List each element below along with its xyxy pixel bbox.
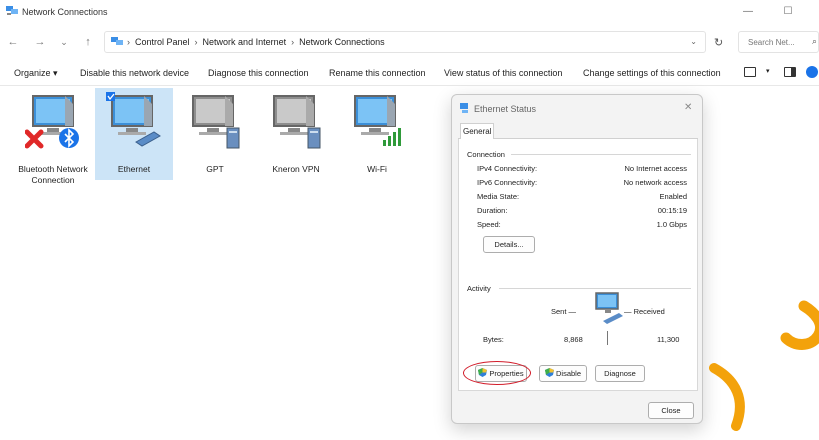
- received-label: — Received: [624, 307, 665, 316]
- watermark-logo: [780, 300, 819, 350]
- connection-wifi[interactable]: Wi-Fi: [338, 88, 416, 180]
- preview-pane-icon[interactable]: [784, 67, 796, 77]
- ipv4-label: IPv4 Connectivity:: [477, 164, 538, 173]
- activity-group-heading: Activity: [467, 284, 491, 293]
- tab-general[interactable]: General: [460, 123, 494, 140]
- navigation-bar: ← → ⌄ ↑ › Control Panel › Network and In…: [0, 28, 819, 56]
- close-button[interactable]: Close: [648, 402, 694, 419]
- watermark-logo: [709, 363, 745, 431]
- media-state-label: Media State:: [477, 192, 520, 201]
- rename-connection-button[interactable]: Rename this connection: [329, 68, 426, 78]
- change-view-icon[interactable]: [744, 67, 756, 77]
- back-arrow-icon[interactable]: ←: [5, 34, 21, 50]
- connection-kneron-vpn[interactable]: Kneron VPN: [257, 88, 335, 180]
- help-icon[interactable]: [806, 66, 818, 78]
- forward-arrow-icon[interactable]: →: [32, 34, 48, 50]
- minimize-button[interactable]: —: [733, 4, 763, 20]
- diagnose-button[interactable]: Diagnose: [595, 365, 645, 382]
- network-connections-icon: [6, 6, 18, 15]
- connection-label: Wi-Fi: [367, 164, 387, 174]
- vpn-adapter-icon: [273, 95, 321, 149]
- sent-label: Sent —: [551, 307, 577, 316]
- wifi-adapter-icon: [354, 95, 401, 146]
- highlight-circle: [463, 361, 531, 385]
- connection-label: Kneron VPN: [272, 164, 320, 174]
- speed-label: Speed:: [477, 220, 501, 229]
- view-controls: ▾: [744, 66, 818, 78]
- up-arrow-icon[interactable]: ↑: [80, 34, 96, 50]
- group-divider: [499, 288, 691, 289]
- address-dropdown-chevron-icon[interactable]: ⌄: [690, 37, 697, 46]
- connection-gpt[interactable]: GPT: [176, 88, 254, 180]
- disable-button[interactable]: Disable: [539, 365, 587, 382]
- dialog-title: Ethernet Status: [474, 104, 537, 114]
- connection-ethernet[interactable]: Ethernet: [95, 88, 173, 180]
- bytes-received-value: 11,300: [657, 335, 680, 344]
- window-title: Network Connections: [22, 7, 108, 17]
- organize-menu[interactable]: Organize ▾: [14, 68, 58, 79]
- dialog-close-icon[interactable]: ✕: [684, 102, 692, 113]
- breadcrumb: › Control Panel › Network and Internet ›…: [127, 37, 385, 47]
- search-placeholder: Search Net...: [748, 38, 795, 47]
- title-bar: Network Connections — ☐ ✕: [0, 0, 819, 24]
- refresh-icon[interactable]: ↻: [714, 36, 723, 49]
- ipv4-value: No Internet access: [624, 164, 687, 173]
- control-panel-icon: [111, 37, 123, 45]
- connection-label: Ethernet: [117, 164, 151, 174]
- connection-bluetooth[interactable]: Bluetooth Network Connection: [14, 88, 92, 185]
- breadcrumb-separator: ›: [194, 37, 198, 47]
- connection-group-heading: Connection: [467, 150, 505, 159]
- group-divider: [511, 154, 691, 155]
- ipv6-label: IPv6 Connectivity:: [477, 178, 538, 187]
- breadcrumb-separator: ›: [291, 37, 295, 47]
- tab-strip: General: [458, 123, 698, 140]
- duration-label: Duration:: [477, 206, 508, 215]
- breadcrumb-separator: ›: [127, 37, 130, 47]
- network-activity-icon: [595, 292, 623, 324]
- uac-shield-icon: [544, 368, 554, 377]
- vpn-adapter-icon: [192, 95, 240, 149]
- view-options-chevron-icon[interactable]: ▾: [766, 67, 774, 77]
- bluetooth-adapter-icon: [25, 95, 79, 149]
- connection-label: GPT: [206, 164, 224, 174]
- command-bar: Organize ▾ Disable this network device D…: [0, 60, 819, 86]
- breadcrumb-control-panel[interactable]: Control Panel: [135, 37, 190, 47]
- diagnose-connection-button[interactable]: Diagnose this connection: [208, 68, 309, 78]
- view-status-button[interactable]: View status of this connection: [444, 68, 562, 78]
- ethernet-adapter-icon: [106, 92, 161, 147]
- address-field[interactable]: › Control Panel › Network and Internet ›…: [104, 31, 706, 53]
- maximize-button[interactable]: ☐: [773, 4, 803, 20]
- recent-locations-chevron-icon[interactable]: ⌄: [56, 34, 72, 50]
- speed-value: 1.0 Gbps: [656, 220, 687, 229]
- general-panel: Connection IPv4 Connectivity: No Interne…: [458, 139, 698, 391]
- ipv6-value: No network access: [623, 178, 687, 187]
- ethernet-status-dialog: Ethernet Status ✕ General Connection IPv…: [451, 94, 703, 424]
- bytes-sent-value: 8,868: [564, 335, 583, 344]
- connection-label: Bluetooth Network Connection: [18, 164, 88, 185]
- duration-value: 00:15:19: [657, 206, 687, 215]
- disable-label: Disable: [555, 369, 581, 378]
- details-button[interactable]: Details...: [483, 236, 535, 253]
- breadcrumb-network-connections[interactable]: Network Connections: [299, 37, 385, 47]
- bytes-label: Bytes:: [483, 335, 504, 344]
- network-adapter-icon: [460, 103, 468, 113]
- search-input[interactable]: Search Net... ⌕: [738, 31, 819, 53]
- activity-divider: [607, 331, 608, 345]
- breadcrumb-network-and-internet[interactable]: Network and Internet: [203, 37, 287, 47]
- disable-device-button[interactable]: Disable this network device: [80, 68, 189, 78]
- change-settings-button[interactable]: Change settings of this connection: [583, 68, 721, 78]
- close-window-button[interactable]: ✕: [810, 4, 819, 20]
- search-icon[interactable]: ⌕: [812, 36, 817, 47]
- media-state-value: Enabled: [659, 192, 687, 201]
